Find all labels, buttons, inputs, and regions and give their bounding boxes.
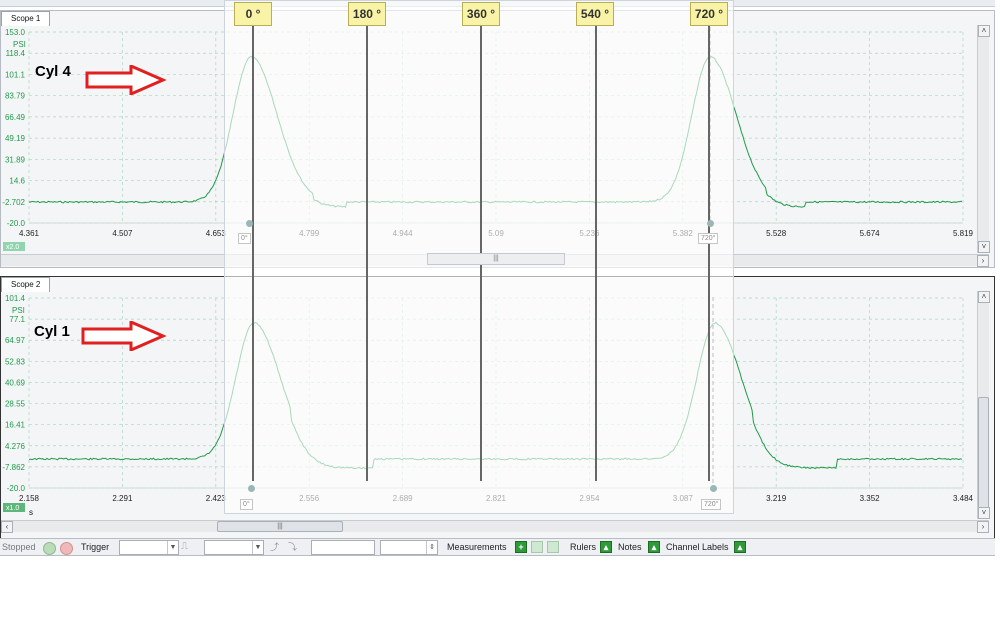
ruler-start-degree-top: 0°: [238, 233, 251, 244]
ruler-label-180[interactable]: 180 °: [348, 2, 386, 26]
y-tick-label: -20.0: [7, 219, 26, 228]
y-tick-label: 101.4: [5, 294, 26, 303]
y-tick-label: 52.83: [5, 357, 26, 366]
x-tick-label: 2.291: [112, 494, 133, 503]
scope-2-y-unit: PSI: [12, 306, 25, 315]
scope-2-scroll-left-button[interactable]: ‹: [1, 521, 13, 533]
y-tick-label: 31.89: [5, 155, 26, 164]
scope-1-scroll-right-button[interactable]: ›: [977, 255, 989, 267]
notes-label: Notes: [618, 542, 642, 552]
scope-2-scroll-down-button[interactable]: ˅: [978, 507, 990, 519]
ruler-handle-end-top[interactable]: [707, 220, 714, 227]
y-tick-label: 14.6: [9, 177, 25, 186]
scope-1-y-unit: PSI: [13, 40, 26, 49]
x-tick-label: 3.219: [766, 494, 787, 503]
ruler-label-540[interactable]: 540 °: [576, 2, 614, 26]
measurements-label: Measurements: [447, 542, 507, 552]
y-tick-label: 49.19: [5, 134, 26, 143]
overlay-scroll-thumb[interactable]: |||: [427, 253, 565, 265]
start-icon[interactable]: [43, 542, 56, 555]
scope-2-scroll-right-button[interactable]: ›: [977, 521, 989, 533]
ruler-end-degree-bottom: 720°: [701, 499, 722, 510]
ruler-line-540[interactable]: [595, 25, 597, 481]
x-tick-label: 4.361: [19, 229, 40, 238]
y-tick-label: 16.41: [5, 421, 26, 430]
cyl-1-annotation: Cyl 1: [34, 323, 70, 340]
run-state-label: Stopped: [2, 542, 36, 552]
rulers-label: Rulers: [570, 542, 597, 552]
x-tick-label: 5.819: [953, 229, 974, 238]
y-tick-label: 77.1: [9, 315, 25, 324]
trigger-label: Trigger: [81, 542, 110, 552]
ruler-line-0[interactable]: [252, 25, 254, 481]
scope-2-scroll-up-button[interactable]: ˄: [978, 291, 990, 303]
trigger-source-select[interactable]: ▼: [204, 540, 264, 555]
spinner-icon: ⇕: [426, 541, 437, 554]
scope-1-scroll-down-button[interactable]: ˅: [978, 241, 990, 253]
scope-2-vertical-scrollbar[interactable]: ˄ ˅: [977, 291, 990, 519]
channel-labels-label: Channel Labels: [666, 542, 729, 552]
chevron-down-icon: ▼: [167, 541, 178, 554]
trigger-falling-icon[interactable]: ⤵: [288, 540, 297, 554]
pre-trigger-field[interactable]: ⇕: [380, 540, 438, 555]
ruler-handle-start-bottom[interactable]: [248, 485, 255, 492]
ruler-line-720[interactable]: [708, 25, 710, 481]
scope-1-y-axis: 153.0 118.4 101.1 83.79 66.49 49.19 31.89 14.6 -…: [2, 28, 25, 228]
y-tick-label: 28.55: [5, 400, 26, 409]
y-tick-label: 40.69: [5, 378, 26, 387]
scope-2-horizontal-scroll-thumb[interactable]: |||: [217, 521, 343, 532]
x-tick-label: 5.528: [766, 229, 787, 238]
ruler-handle-start-top[interactable]: [246, 220, 253, 227]
picoscope-window: Scope 1 153.0 118.4 101.1 83.79 66.49 49.19 31…: [0, 0, 1000, 625]
ruler-label-720[interactable]: 720 °: [690, 2, 728, 26]
y-tick-label: 118.4: [6, 49, 26, 58]
x-tick-label: 4.507: [112, 229, 133, 238]
edit-measurement-button[interactable]: [531, 541, 543, 553]
x-tick-label: 5.674: [860, 229, 881, 238]
y-tick-label: 64.97: [5, 336, 26, 345]
channel-labels-toggle-button[interactable]: ▴: [734, 541, 746, 553]
y-tick-label: -20.0: [7, 484, 26, 493]
x-tick-label: 3.484: [953, 494, 974, 503]
trigger-mode-select[interactable]: ▼: [119, 540, 179, 555]
ruler-end-degree-top: 720°: [698, 233, 719, 244]
y-tick-label: 4.276: [5, 442, 26, 451]
scope-1-zoom-badge: x2.0: [6, 244, 19, 251]
ruler-label-0[interactable]: 0 °: [234, 2, 272, 26]
ruler-line-180[interactable]: [366, 25, 368, 481]
scope-2-vertical-scroll-thumb[interactable]: [978, 397, 989, 509]
trigger-edge-icon[interactable]: ⎍: [181, 540, 188, 554]
scope-1-vertical-scrollbar[interactable]: ˄ ˅: [977, 25, 990, 253]
status-bar: Stopped Trigger ▼ ⎍ ▼ ⤴ ⤵ ⇕ Measurements…: [0, 538, 995, 556]
y-tick-label: -7.862: [2, 463, 25, 472]
trigger-rising-icon[interactable]: ⤴: [270, 540, 279, 554]
y-tick-label: 66.49: [5, 113, 26, 122]
y-tick-label: 83.79: [5, 92, 26, 101]
cyl-4-arrow-icon: [85, 65, 167, 95]
x-tick-label: 3.352: [860, 494, 881, 503]
y-tick-label: 101.1: [5, 70, 26, 79]
x-tick-label: 2.158: [19, 494, 40, 503]
notes-toggle-button[interactable]: ▴: [648, 541, 660, 553]
add-measurement-button[interactable]: +: [515, 541, 527, 553]
scope-2-zoom-badge: x1.0: [6, 505, 19, 512]
cyl-4-annotation: Cyl 4: [35, 63, 71, 80]
ruler-label-360[interactable]: 360 °: [462, 2, 500, 26]
delete-measurement-button[interactable]: [547, 541, 559, 553]
stop-icon[interactable]: [60, 542, 73, 555]
scope-2-x-unit: s: [29, 508, 33, 517]
scope-2-horizontal-scrollbar[interactable]: ‹ ||| ›: [1, 520, 989, 533]
chevron-down-icon: ▼: [252, 541, 263, 554]
ruler-handle-end-bottom[interactable]: [710, 485, 717, 492]
rulers-toggle-button[interactable]: ▴: [600, 541, 612, 553]
y-tick-label: -2.702: [2, 198, 25, 207]
y-tick-label: 153.0: [5, 28, 26, 37]
trigger-level-field[interactable]: [311, 540, 375, 555]
ruler-start-degree-bottom: 0°: [240, 499, 253, 510]
crank-angle-ruler-overlay: 0 ° 180 ° 360 ° 540 ° 720 ° 0° 720° 0° 7…: [224, 0, 734, 514]
scope-1-scroll-up-button[interactable]: ˄: [978, 25, 990, 37]
cyl-1-arrow-icon: [81, 321, 167, 351]
scope-2-y-axis: 101.4 77.1 64.97 52.83 40.69 28.55 16.41 4.276 -…: [2, 294, 25, 493]
